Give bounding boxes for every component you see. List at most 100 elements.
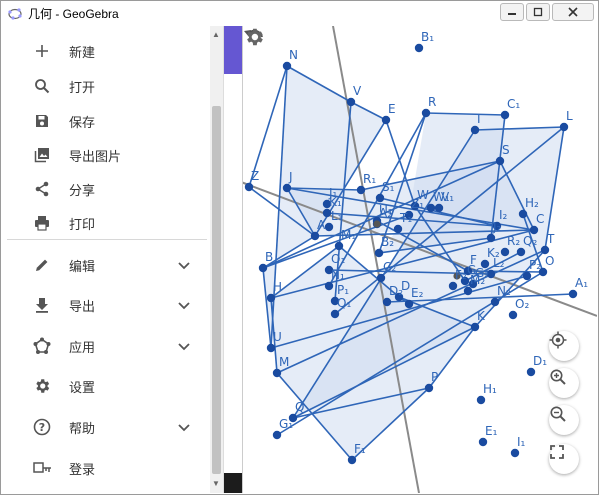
point-label: E₁ (485, 424, 498, 438)
point-label: D₁ (533, 354, 547, 368)
point-label: N₂ (497, 284, 511, 298)
menu-item-label: 登录 (69, 462, 96, 478)
point-C1 (500, 110, 510, 120)
point-A (310, 231, 320, 241)
point-N2 (490, 297, 500, 307)
point-T1 (393, 224, 403, 234)
point-W1 (426, 203, 436, 213)
point-label: L₁ (331, 209, 343, 223)
point-label: L (566, 109, 573, 123)
window-title: 几何 - GeoGebra (28, 6, 119, 21)
point-label: O₁ (331, 252, 345, 266)
point-label: H₁ (483, 382, 497, 396)
main-menu: 新建 打开 保存 导出图片 分享 打印 编辑 导出 应用 设置 ? 帮助 登录 … (7, 26, 224, 493)
point-label: U (273, 330, 282, 344)
chevron-down-icon (178, 302, 190, 310)
menu-item-label: 设置 (69, 380, 96, 396)
point-label: F₁ (354, 442, 366, 456)
point-label: F (470, 253, 477, 267)
point-label: Q₂ (523, 234, 537, 248)
pencil-icon (33, 256, 51, 274)
point-label: S (502, 143, 510, 157)
fullscreen-icon (550, 445, 564, 459)
svg-text:?: ? (39, 421, 45, 434)
zoom-in-button[interactable] (549, 368, 579, 398)
scrollbar-thumb[interactable] (212, 106, 221, 474)
menu-item-help[interactable]: ? 帮助 (7, 410, 207, 444)
close-button[interactable] (552, 3, 594, 21)
point-label: E₂ (411, 286, 424, 300)
point-B2 (374, 248, 384, 258)
graphics-view[interactable]: N B₁ V E R C₁ I L S J Z R₁ S₁ W H₂ C A Q₂ T B G A₁ H U M Q G₁ F₁ P H₁… (243, 26, 597, 493)
menu-item-label: 新建 (69, 45, 96, 61)
point-P (424, 383, 434, 393)
point-V1 (434, 203, 444, 213)
title-bar: 几何 - GeoGebra (1, 1, 598, 25)
point-label: T₁ (399, 211, 412, 225)
maximize-button[interactable] (526, 3, 550, 21)
point-E (381, 115, 391, 125)
point-T (540, 245, 550, 255)
locate-button[interactable] (549, 331, 579, 361)
point-J2 (486, 233, 496, 243)
menu-item-settings[interactable]: 设置 (7, 369, 207, 403)
point-R1 (356, 185, 366, 195)
point-label: D₂ (389, 284, 403, 298)
point-label: O₂ (515, 297, 529, 311)
pentagon-apps-icon (33, 337, 51, 355)
zoom-out-icon (550, 406, 566, 422)
menu-item-label: 保存 (69, 115, 96, 131)
point-K (470, 322, 480, 332)
menu-item-label: 编辑 (69, 259, 96, 275)
scroll-up-arrow-icon[interactable]: ▲ (212, 30, 220, 39)
point-label: M₁ (341, 228, 356, 242)
scroll-down-arrow-icon[interactable]: ▼ (212, 479, 220, 488)
point-L (559, 122, 569, 132)
menu-item-label: 应用 (69, 340, 96, 356)
chevron-down-icon (178, 424, 190, 432)
point-label: M (279, 355, 289, 369)
menu-item-print[interactable]: 打印 (7, 206, 207, 240)
menu-item-export-image[interactable]: 导出图片 (7, 138, 207, 172)
plus-icon (33, 42, 51, 60)
intersection-point (373, 220, 381, 228)
menu-item-share[interactable]: 分享 (7, 172, 207, 206)
minimize-icon (508, 13, 516, 15)
point-S (495, 156, 505, 166)
gear-icon[interactable] (243, 26, 265, 48)
point-label: T (546, 232, 555, 246)
menu-item-label: 导出 (69, 299, 96, 315)
point-label: A₁ (575, 276, 588, 290)
menu-item-save[interactable]: 保存 (7, 104, 207, 138)
menu-item-sign-in[interactable]: 登录 (7, 451, 207, 485)
point-label: K (477, 309, 486, 323)
point-label: R₂ (507, 234, 520, 248)
minimize-button[interactable] (500, 3, 524, 21)
geometry-canvas[interactable]: NB₁VE R C₁I LSJZ R₁S₁WH₂CAQ₂ TBGA₁HUMQG₁F₁PH₁… (243, 26, 597, 493)
point-label: J₂ (492, 220, 502, 234)
point-I (470, 125, 480, 135)
point-N (282, 61, 292, 71)
point-label: Q₁ (337, 296, 351, 310)
point-G1 (272, 430, 282, 440)
menu-item-edit[interactable]: 编辑 (7, 248, 207, 282)
menu-item-new[interactable]: 新建 (7, 34, 207, 68)
point-label: V (353, 84, 362, 98)
point-F1 (347, 455, 357, 465)
menu-item-export[interactable]: 导出 (7, 288, 207, 322)
zoom-in-icon (550, 369, 566, 385)
point-C2 (376, 273, 386, 283)
point-label: F₂ (455, 268, 467, 282)
menu-item-label: 打印 (69, 217, 96, 233)
menu-item-apps[interactable]: 应用 (7, 329, 207, 363)
point-label: N₁ (331, 268, 345, 282)
fullscreen-button[interactable] (549, 444, 579, 474)
point-L1 (324, 222, 334, 232)
zoom-out-button[interactable] (549, 405, 579, 435)
menu-item-open[interactable]: 打开 (7, 69, 207, 103)
point-label: J₁ (328, 186, 338, 200)
point-H1 (476, 395, 486, 405)
point-label: O (545, 254, 554, 268)
point-label: J (288, 170, 293, 184)
download-icon (33, 296, 51, 314)
